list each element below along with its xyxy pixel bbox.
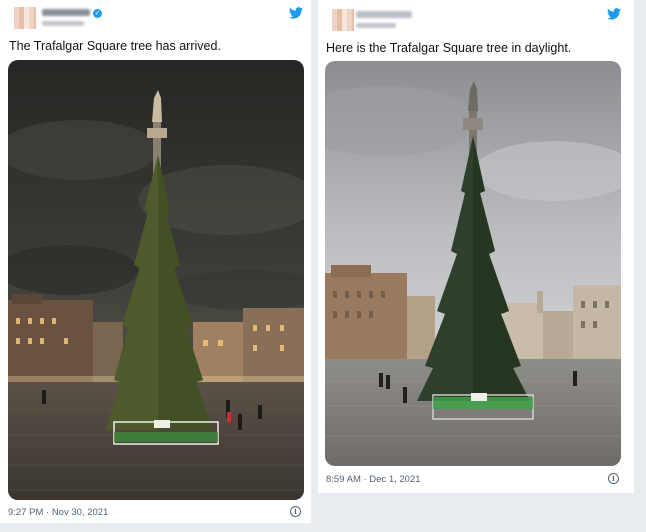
- twitter-bird-icon[interactable]: [607, 8, 621, 20]
- night-photo-trafalgar-tree[interactable]: [8, 60, 304, 500]
- blurred-handle: [356, 23, 396, 28]
- avatar[interactable]: [332, 9, 354, 31]
- tweet-card-1[interactable]: ✓ The Trafalgar Square tree has arrived.: [0, 0, 311, 523]
- tweet-card-2[interactable]: Here is the Trafalgar Square tree in day…: [318, 0, 634, 493]
- twitter-bird-icon[interactable]: [289, 7, 303, 19]
- tweet-timestamp[interactable]: 8:59 AM · Dec 1, 2021: [326, 474, 421, 485]
- tweet-timestamp[interactable]: 9:27 PM · Nov 30, 2021: [8, 507, 108, 518]
- avatar[interactable]: [14, 7, 36, 29]
- tweet-text: The Trafalgar Square tree has arrived.: [9, 39, 221, 53]
- verified-badge-icon: ✓: [93, 9, 102, 18]
- blurred-display-name: [356, 11, 412, 18]
- daylight-photo-trafalgar-tree[interactable]: [325, 61, 621, 466]
- blurred-display-name: [42, 9, 90, 16]
- info-icon[interactable]: i: [608, 473, 619, 484]
- tweet-text: Here is the Trafalgar Square tree in day…: [326, 41, 572, 55]
- blurred-handle: [42, 21, 84, 26]
- info-icon[interactable]: i: [290, 506, 301, 517]
